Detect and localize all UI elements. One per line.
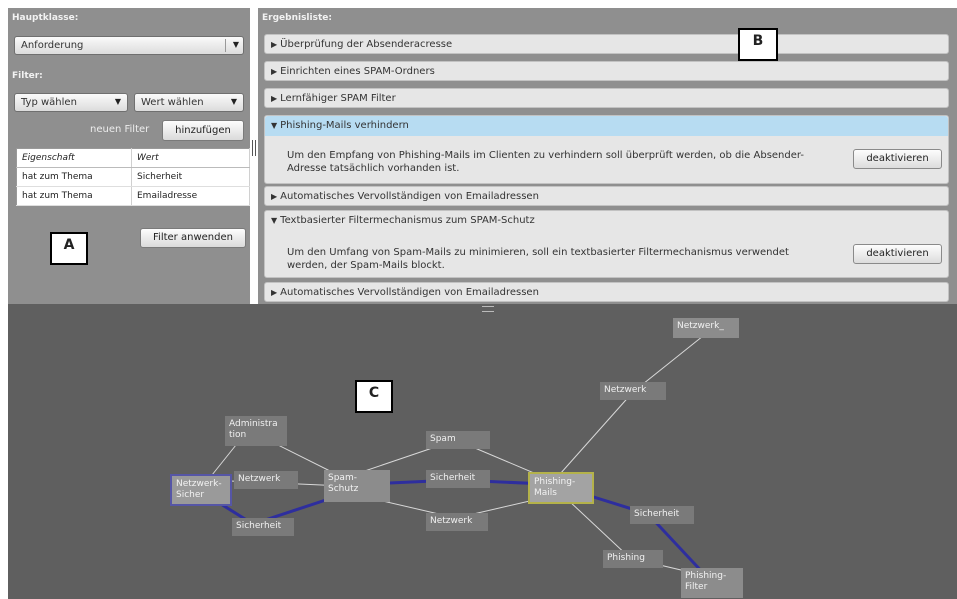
table-cell: Emailadresse [131, 186, 250, 206]
hauptklasse-label: Hauptklasse: [12, 13, 79, 23]
result-description: Um den Empfang von Phishing-Mails im Cli… [287, 150, 804, 174]
graph-node-netzwerk-sicher[interactable]: Netzwerk-Sicher [170, 474, 232, 506]
graph-panel: Administra tion Netzwerk Sicherheit Spam… [8, 304, 957, 599]
edge-label[interactable]: Administra tion [225, 416, 287, 446]
result-item[interactable]: ▶ Einrichten eines SPAM-Ordners [264, 61, 949, 81]
graph-node-phishing-filter[interactable]: Phishing-Filter [681, 568, 743, 598]
table-header: Eigenschaft [16, 148, 132, 168]
result-item[interactable]: ▶ Lernfähiger SPAM Filter [264, 88, 949, 108]
edge-label[interactable]: Netzwerk [234, 471, 298, 489]
chevron-down-icon: ▼ [114, 97, 121, 106]
edge-label[interactable]: Phishing [603, 550, 663, 568]
edge-label[interactable]: Sicherheit [426, 470, 490, 488]
chevron-down-icon: ▼ [232, 40, 239, 49]
result-title: Automatisches Vervollständigen von Email… [280, 287, 539, 298]
deaktivieren-button[interactable]: deaktivieren [853, 149, 942, 169]
expand-icon: ▶ [271, 67, 278, 76]
result-title: Einrichten eines SPAM-Ordners [280, 66, 435, 77]
annotation-label-a: A [50, 232, 88, 265]
hauptklasse-select[interactable]: Anforderung ▼ [14, 36, 244, 55]
annotation-label-b: B [738, 28, 778, 61]
filter-anwenden-button[interactable]: Filter anwenden [140, 228, 246, 248]
table-cell: hat zum Thema [16, 167, 132, 187]
graph-node-phishing-mails[interactable]: Phishing-Mails [528, 472, 594, 504]
deaktivieren-button[interactable]: deaktivieren [853, 244, 942, 264]
edge-label[interactable]: Netzwerk [426, 513, 488, 531]
neuer-filter-label: neuen Filter [90, 124, 150, 135]
result-item[interactable]: ▶ Automatisches Vervollständigen von Emai… [264, 186, 949, 206]
typ-select[interactable]: Typ wählen ▼ [14, 93, 128, 112]
table-cell: hat zum Thema [16, 186, 132, 206]
collapse-icon: ▼ [271, 216, 278, 225]
result-item-expanded[interactable]: ▼ Phishing-Mails verhindern Um den Empfan… [264, 115, 949, 184]
expand-icon: ▶ [271, 192, 278, 201]
edge-label[interactable]: Netzwerk [600, 382, 666, 400]
filter-table: Eigenschaft Wert hat zum Thema Sicherhei… [16, 148, 250, 206]
table-header: Wert [131, 148, 250, 168]
result-title: Automatisches Vervollständigen von Email… [280, 191, 539, 202]
filter-label: Filter: [12, 71, 43, 81]
result-title: Phishing-Mails verhindern [280, 120, 409, 131]
chevron-down-icon: ▼ [230, 97, 237, 106]
result-title: Textbasierter Filtermechanismus zum SPAM… [280, 215, 535, 226]
graph-node-spam-schutz[interactable]: Spam-Schutz [324, 470, 390, 502]
edge-label[interactable]: Spam [426, 431, 490, 449]
edge-label[interactable]: Sicherheit [232, 518, 294, 536]
ergebnisliste-label: Ergebnisliste: [262, 13, 332, 23]
edge-line [559, 391, 634, 475]
result-title: Lernfähiger SPAM Filter [280, 93, 396, 104]
expand-icon: ▶ [271, 288, 278, 297]
result-item[interactable]: ▶ Automatisches Vervollständigen von Emai… [264, 282, 949, 302]
table-row[interactable]: hat zum Thema Sicherheit [16, 167, 250, 187]
filter-panel: Hauptklasse: Anforderung ▼ Filter: Typ w… [8, 8, 250, 304]
result-title: Überprüfung der Absenderacresse [280, 39, 453, 50]
annotation-label-c: C [355, 380, 393, 413]
expand-icon: ▶ [271, 94, 278, 103]
expand-icon: ▶ [271, 40, 278, 49]
results-panel: Ergebnisliste: ▶ Überprüfung der Absender… [258, 8, 957, 304]
wert-select-value: Wert wählen [141, 97, 204, 108]
wert-select[interactable]: Wert wählen ▼ [134, 93, 244, 112]
hinzufuegen-button[interactable]: hinzufügen [162, 120, 244, 141]
table-cell: Sicherheit [131, 167, 250, 187]
edge-label[interactable]: Sicherheit [630, 506, 694, 524]
result-item-expanded[interactable]: ▼ Textbasierter Filtermechanismus zum SPA… [264, 210, 949, 278]
collapse-icon: ▼ [271, 121, 278, 130]
table-row[interactable]: hat zum Thema Emailadresse [16, 186, 250, 206]
hauptklasse-value: Anforderung [21, 40, 84, 51]
graph-edges [207, 331, 709, 578]
result-item[interactable]: ▶ Überprüfung der Absenderacresse [264, 34, 949, 54]
result-description: Um den Umfang von Spam-Mails zu minimier… [287, 247, 789, 271]
typ-select-value: Typ wählen [21, 97, 77, 108]
graph-node-netzwerk[interactable]: Netzwerk_ [673, 318, 739, 338]
splitter-handle[interactable] [252, 140, 256, 156]
